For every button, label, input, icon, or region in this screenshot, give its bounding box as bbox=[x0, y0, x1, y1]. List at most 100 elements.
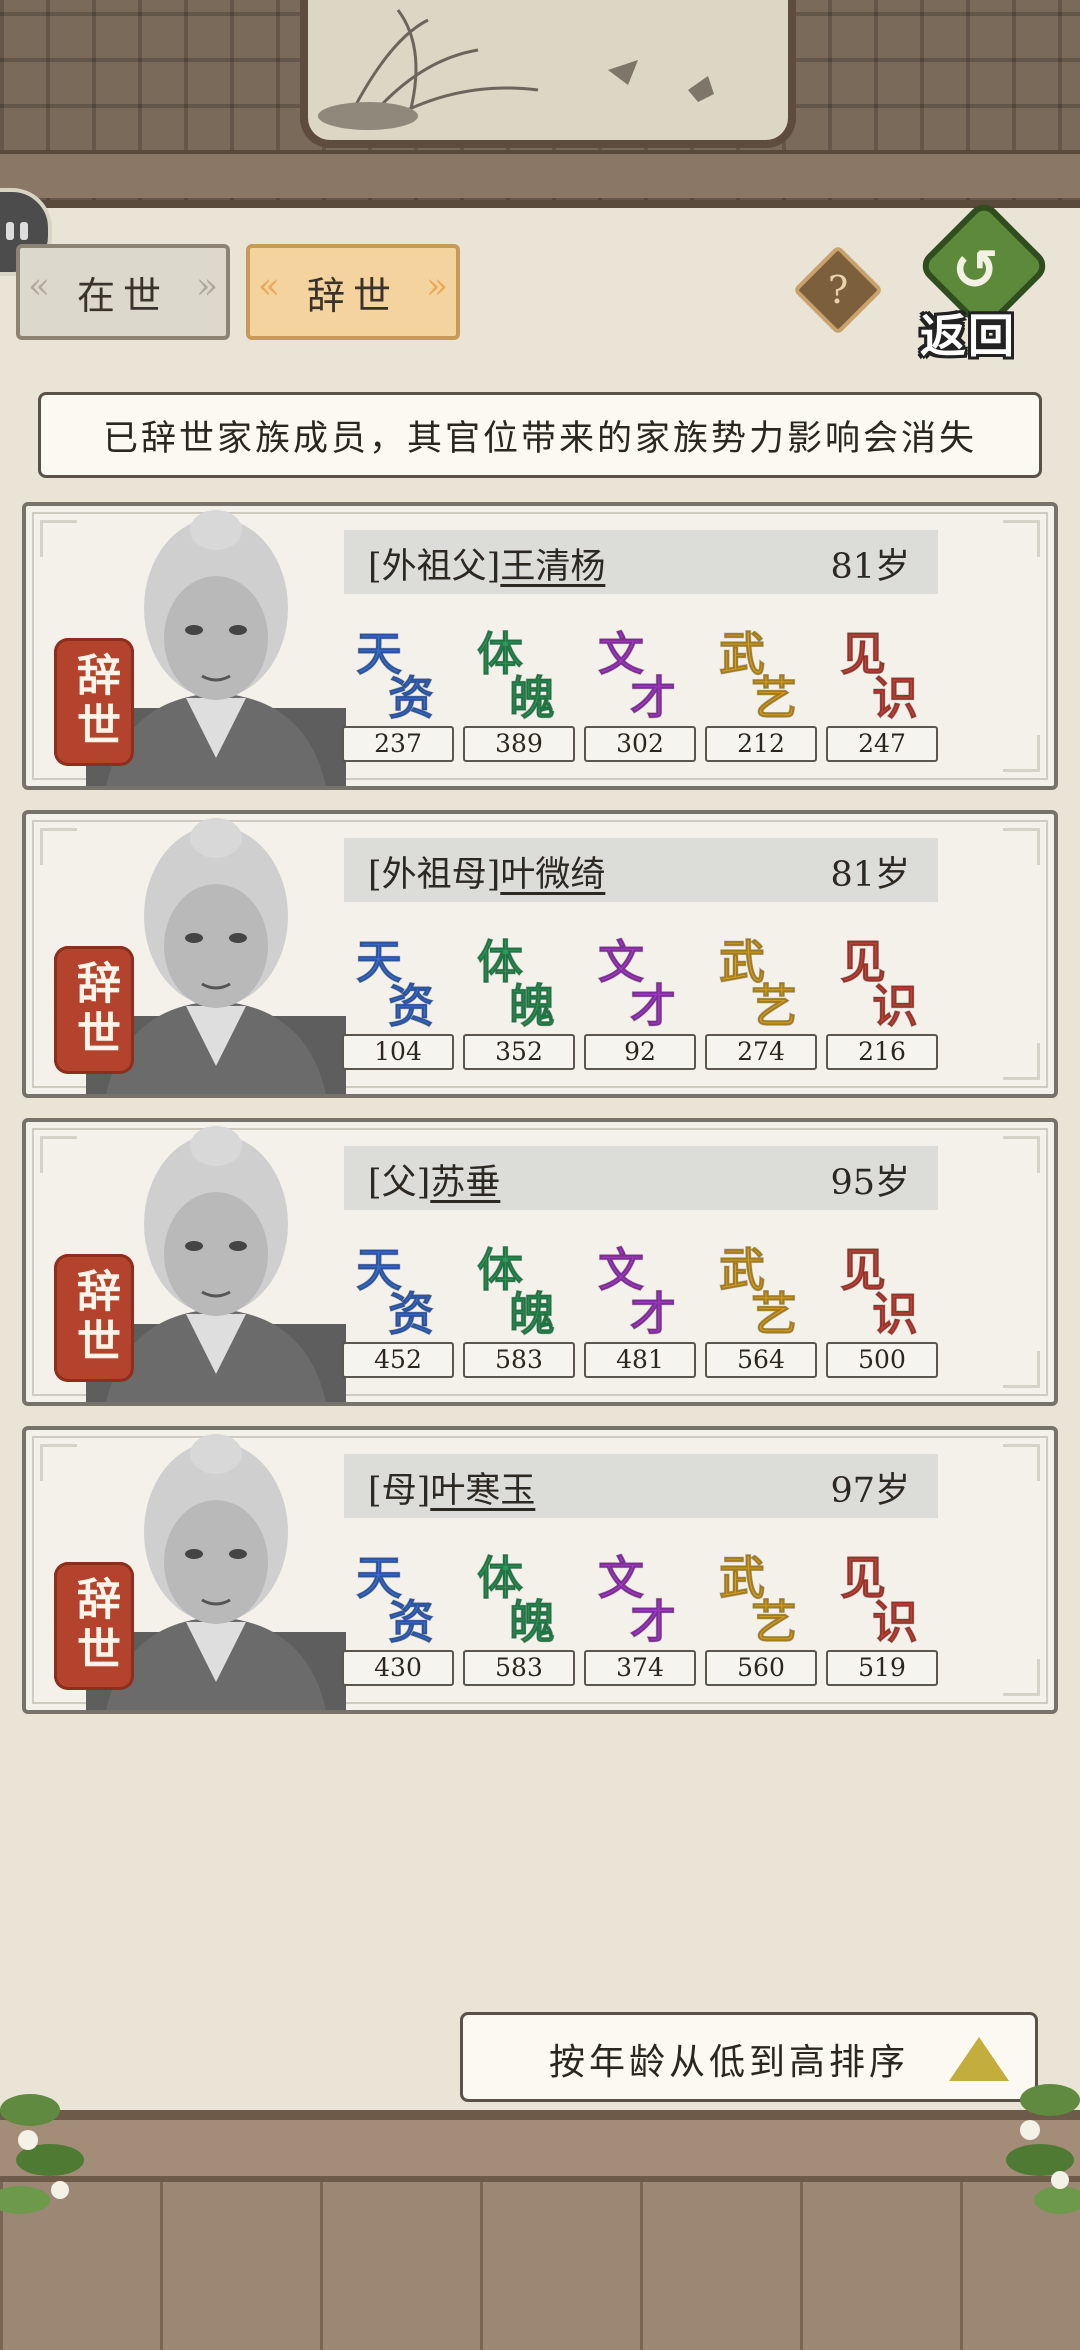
stat-item: 文才 374 bbox=[584, 1542, 696, 1702]
stat-value: 302 bbox=[584, 726, 696, 762]
stat-value: 352 bbox=[463, 1034, 575, 1070]
stat-item: 文才 92 bbox=[584, 926, 696, 1086]
stat-value: 583 bbox=[463, 1650, 575, 1686]
question-mark-icon: ? bbox=[827, 268, 849, 312]
member-relation: [外祖父] bbox=[368, 547, 501, 587]
stat-item: 体魄 583 bbox=[463, 1234, 575, 1394]
member-stats: 天资 104 体魄 352 文才 92 武艺 274 见识 216 bbox=[342, 926, 946, 1086]
chevron-right-icon: » bbox=[195, 266, 218, 307]
stat-label-char: 才 bbox=[630, 1287, 677, 1342]
stat-value: 481 bbox=[584, 1342, 696, 1378]
stat-value: 216 bbox=[826, 1034, 938, 1070]
member-stats: 天资 237 体魄 389 文才 302 武艺 212 见识 247 bbox=[342, 618, 946, 778]
chevron-right-icon: » bbox=[425, 266, 448, 307]
member-card[interactable]: 辞世 [父]苏垂 95岁 天资 452 体魄 583 文才 481 武艺 564 见识 500 bbox=[22, 1118, 1058, 1406]
member-age: 95岁 bbox=[830, 1163, 910, 1203]
stat-item: 体魄 352 bbox=[463, 926, 575, 1086]
left-plant-decoration bbox=[0, 2094, 84, 2214]
stat-value: 237 bbox=[342, 726, 454, 762]
top-lattice-frame bbox=[0, 0, 1080, 208]
back-button[interactable]: ↺ 返回 bbox=[910, 198, 1060, 363]
stat-item: 天资 237 bbox=[342, 618, 454, 778]
stat-label-char: 资 bbox=[388, 1595, 435, 1650]
deceased-seal: 辞世 bbox=[54, 638, 134, 766]
member-relation: [母] bbox=[368, 1471, 431, 1511]
member-card[interactable]: 辞世 [外祖父]王清杨 81岁 天资 237 体魄 389 文才 302 武艺 212 见识 24… bbox=[22, 502, 1058, 790]
member-card[interactable]: 辞世 [母]叶寒玉 97岁 天资 430 体魄 583 文才 374 武艺 560 见识 519 bbox=[22, 1426, 1058, 1714]
stat-value: 500 bbox=[826, 1342, 938, 1378]
tab-deceased-label: 辞世 bbox=[306, 273, 399, 318]
tab-alive-label: 在世 bbox=[76, 273, 169, 318]
stat-value: 274 bbox=[705, 1034, 817, 1070]
stat-value: 583 bbox=[463, 1342, 575, 1378]
member-age: 81岁 bbox=[830, 855, 910, 895]
member-name-bar: [外祖母]叶微绮 81岁 bbox=[344, 838, 938, 902]
wooden-floor bbox=[0, 2110, 1080, 2350]
deceased-notice: 已辞世家族成员，其官位带来的家族势力影响会消失 bbox=[38, 392, 1042, 478]
stat-value: 212 bbox=[705, 726, 817, 762]
stat-label-char: 识 bbox=[872, 1287, 919, 1342]
stat-label-char: 资 bbox=[388, 979, 435, 1034]
stat-label-char: 资 bbox=[388, 671, 435, 726]
stat-item: 武艺 212 bbox=[705, 618, 817, 778]
stat-item: 武艺 274 bbox=[705, 926, 817, 1086]
member-age: 97岁 bbox=[830, 1471, 910, 1511]
member-name[interactable]: 王清杨 bbox=[500, 547, 605, 587]
stat-label-char: 艺 bbox=[751, 1287, 798, 1342]
stat-value: 104 bbox=[342, 1034, 454, 1070]
stat-value: 564 bbox=[705, 1342, 817, 1378]
stat-value: 92 bbox=[584, 1034, 696, 1070]
stat-label-char: 才 bbox=[630, 671, 677, 726]
stat-label-char: 识 bbox=[872, 671, 919, 726]
member-stats: 天资 430 体魄 583 文才 374 武艺 560 见识 519 bbox=[342, 1542, 946, 1702]
deceased-seal: 辞世 bbox=[54, 1562, 134, 1690]
member-name[interactable]: 苏垂 bbox=[430, 1163, 500, 1203]
stat-value: 519 bbox=[826, 1650, 938, 1686]
stat-item: 文才 302 bbox=[584, 618, 696, 778]
stat-value: 430 bbox=[342, 1650, 454, 1686]
deceased-seal: 辞世 bbox=[54, 1254, 134, 1382]
stat-item: 体魄 583 bbox=[463, 1542, 575, 1702]
stat-label-char: 艺 bbox=[751, 671, 798, 726]
back-button-label: 返回 bbox=[920, 309, 1016, 363]
stat-value: 389 bbox=[463, 726, 575, 762]
return-arrow-icon: ↺ bbox=[952, 238, 999, 303]
stat-item: 天资 430 bbox=[342, 1542, 454, 1702]
tab-alive[interactable]: « 在世 » bbox=[16, 244, 230, 340]
stat-label-char: 魄 bbox=[509, 979, 556, 1034]
stat-item: 武艺 560 bbox=[705, 1542, 817, 1702]
help-button[interactable]: ? bbox=[792, 244, 884, 336]
member-relation: [父] bbox=[368, 1163, 431, 1203]
wooden-beam bbox=[0, 150, 1080, 198]
stat-item: 天资 452 bbox=[342, 1234, 454, 1394]
stat-item: 武艺 564 bbox=[705, 1234, 817, 1394]
floor-rail bbox=[0, 2120, 1080, 2182]
stat-label-char: 魄 bbox=[509, 1595, 556, 1650]
stat-label-char: 识 bbox=[872, 979, 919, 1034]
stat-value: 247 bbox=[826, 726, 938, 762]
stat-item: 见识 247 bbox=[826, 618, 938, 778]
ink-painting-panel bbox=[300, 0, 796, 148]
stat-value: 374 bbox=[584, 1650, 696, 1686]
stat-item: 见识 216 bbox=[826, 926, 938, 1086]
member-relation: [外祖母] bbox=[368, 855, 501, 895]
stat-label-char: 魄 bbox=[509, 1287, 556, 1342]
member-stats: 天资 452 体魄 583 文才 481 武艺 564 见识 500 bbox=[342, 1234, 946, 1394]
chevron-left-icon: « bbox=[28, 266, 51, 307]
member-name[interactable]: 叶寒玉 bbox=[430, 1471, 535, 1511]
stat-label-char: 艺 bbox=[751, 1595, 798, 1650]
stat-item: 见识 519 bbox=[826, 1542, 938, 1702]
stat-label-char: 魄 bbox=[509, 671, 556, 726]
sort-by-age-button[interactable]: 按年龄从低到高排序 bbox=[460, 2012, 1038, 2102]
member-name-bar: [外祖父]王清杨 81岁 bbox=[344, 530, 938, 594]
stat-item: 见识 500 bbox=[826, 1234, 938, 1394]
stat-label-char: 才 bbox=[630, 1595, 677, 1650]
stat-item: 文才 481 bbox=[584, 1234, 696, 1394]
tab-deceased[interactable]: « 辞世 » bbox=[246, 244, 460, 340]
chevron-left-icon: « bbox=[258, 266, 281, 307]
stat-label-char: 才 bbox=[630, 979, 677, 1034]
member-card[interactable]: 辞世 [外祖母]叶微绮 81岁 天资 104 体魄 352 文才 92 武艺 274 见识 216 bbox=[22, 810, 1058, 1098]
stat-label-char: 资 bbox=[388, 1287, 435, 1342]
member-name-bar: [父]苏垂 95岁 bbox=[344, 1146, 938, 1210]
member-name[interactable]: 叶微绮 bbox=[500, 855, 605, 895]
